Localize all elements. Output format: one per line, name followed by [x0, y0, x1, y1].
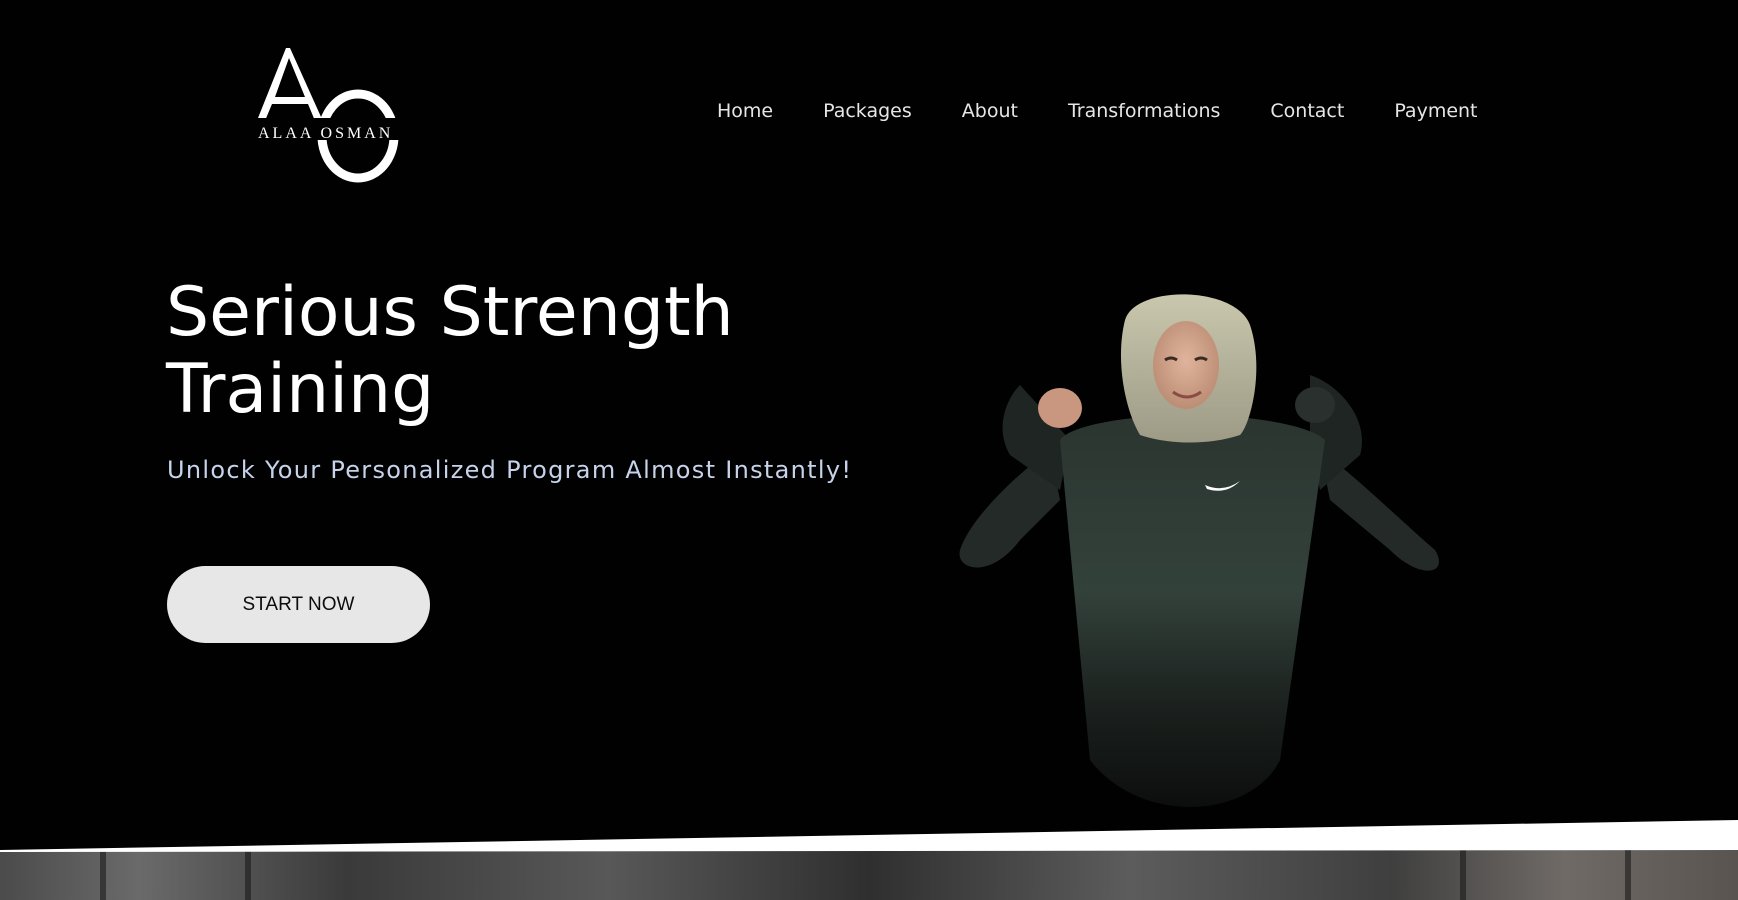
brand-name: ALAA OSMAN — [258, 125, 393, 142]
nav-item-packages[interactable]: Packages — [823, 100, 912, 122]
section-divider — [0, 800, 1738, 900]
nav-item-home[interactable]: Home — [717, 100, 773, 122]
main-nav: Home Packages About Transformations Cont… — [717, 100, 1478, 122]
brand-logo[interactable]: ALAA OSMAN — [246, 44, 406, 184]
nav-item-contact[interactable]: Contact — [1270, 100, 1344, 122]
nav-item-about[interactable]: About — [962, 100, 1018, 122]
hero-title-line-2: Training — [166, 350, 435, 429]
ao-monogram-logo: ALAA OSMAN — [254, 48, 400, 183]
hero-title: Serious Strength Training — [166, 274, 866, 428]
woman-flexing-photo — [950, 290, 1450, 830]
nav-item-payment[interactable]: Payment — [1394, 100, 1477, 122]
nav-item-transformations[interactable]: Transformations — [1068, 100, 1220, 122]
start-now-button[interactable]: START NOW — [167, 566, 430, 643]
hero-subtitle: Unlock Your Personalized Program Almost … — [167, 456, 853, 484]
landing-page: ALAA OSMAN Home Packages About Transform… — [0, 0, 1738, 900]
hero-title-line-1: Serious Strength — [166, 273, 734, 352]
